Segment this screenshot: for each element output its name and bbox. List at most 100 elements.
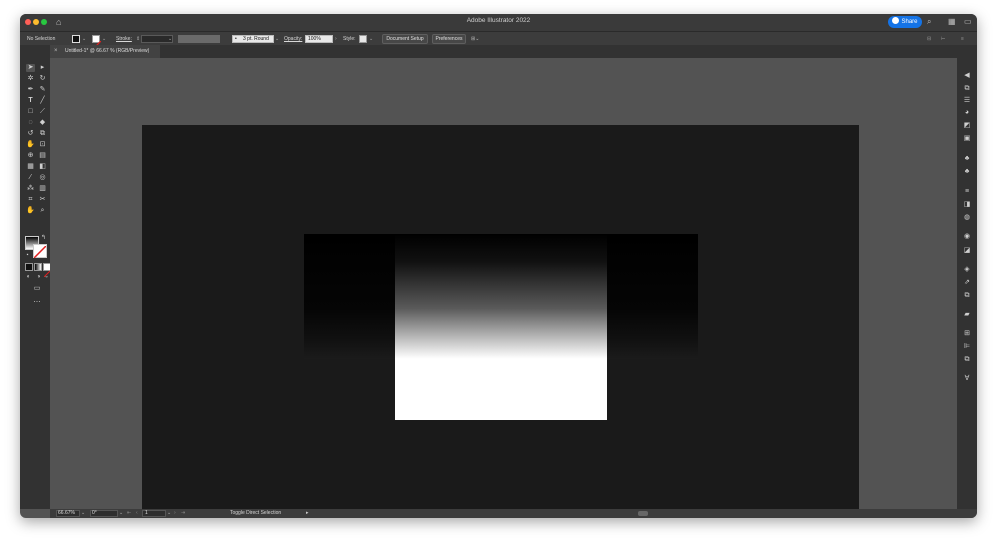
free-transform-tool-icon[interactable]: ⊡ — [38, 141, 47, 149]
opacity-field[interactable]: 100% — [305, 35, 333, 43]
status-menu-arrow-icon[interactable]: ▸ — [306, 510, 309, 517]
shape-builder-tool-icon[interactable]: ⊕ — [26, 152, 35, 160]
transparency-panel-icon[interactable]: ◍ — [962, 214, 972, 222]
brushes-panel-icon[interactable]: ♣ — [962, 155, 972, 163]
align-panel-icon[interactable]: ⊟ — [927, 35, 931, 43]
share-button[interactable]: Share — [888, 16, 922, 28]
live-paint-bucket-tool-icon[interactable]: ▤ — [38, 152, 47, 160]
brush-chevron-icon[interactable]: ⌄ — [275, 35, 279, 43]
default-fill-stroke-icon[interactable]: ▪ — [23, 251, 32, 259]
last-artboard-icon[interactable]: ⇥ — [181, 510, 185, 517]
graphic-styles-icon[interactable]: ◪ — [962, 247, 972, 255]
export-panel-icon[interactable]: ⇗ — [962, 279, 972, 287]
eyedropper-tool-icon[interactable]: ⁄ — [26, 174, 35, 182]
slice-tool-icon[interactable]: ✂ — [38, 196, 47, 204]
symbols-panel-icon[interactable]: ♣ — [962, 168, 972, 176]
workspace-switcher-icon[interactable]: ▭ — [964, 17, 972, 27]
opacity-arrow-icon[interactable]: › — [335, 35, 337, 43]
zoom-field[interactable]: 66.67% — [56, 510, 80, 517]
direct-selection-tool-icon[interactable]: ▸ — [38, 64, 47, 72]
document-setup-button[interactable]: Document Setup — [382, 34, 428, 44]
next-artboard-icon[interactable]: › — [174, 510, 176, 517]
character-panel-icon[interactable]: Ɐ — [962, 375, 972, 383]
gradient-rectangle-front[interactable] — [395, 234, 607, 420]
pathfinder-panel-icon[interactable]: ⧉ — [962, 356, 972, 364]
rectangle-tool-icon[interactable]: □ — [26, 108, 35, 116]
document-tab[interactable]: × Untitled-1* @ 66.67 % (RGB/Preview) — [50, 45, 160, 58]
curvature-tool-icon[interactable]: ✎ — [38, 86, 47, 94]
rotation-field[interactable]: 0° — [90, 510, 118, 517]
blend-tool-icon[interactable]: ◎ — [38, 174, 47, 182]
color-panel-icon[interactable]: ◕ — [962, 109, 972, 117]
properties-panel-icon[interactable]: ◀ — [962, 72, 972, 80]
symbol-sprayer-tool-icon[interactable]: ⁂ — [26, 185, 35, 193]
artboard-tool-icon[interactable]: ⌗ — [26, 196, 35, 204]
horizontal-scrollbar-thumb[interactable] — [638, 511, 648, 516]
control-bar-menu-icon[interactable]: ≡ — [961, 35, 964, 43]
hand-tool-icon[interactable]: ✋ — [26, 207, 35, 215]
stroke-weight-chevron-icon[interactable]: ⌄ — [168, 35, 172, 43]
pen-tool-icon[interactable]: ✒ — [26, 86, 35, 94]
artboard-chevron-icon[interactable]: ⌄ — [167, 510, 171, 517]
close-tab-icon[interactable]: × — [54, 47, 58, 55]
stroke-proxy[interactable] — [33, 244, 47, 259]
transform-panel-icon[interactable]: ⊞ — [962, 330, 972, 338]
artboards-panel-icon[interactable]: ⧉ — [962, 292, 972, 300]
image-trace-icon[interactable]: ▣ — [962, 135, 972, 143]
column-graph-tool-icon[interactable]: ▥ — [38, 185, 47, 193]
rotation-chevron-icon[interactable]: ⌄ — [119, 510, 123, 517]
align-panel-icon[interactable]: ⊫ — [962, 343, 972, 351]
previous-artboard-icon[interactable]: ‹ — [136, 510, 138, 517]
variable-width-profile[interactable] — [178, 35, 220, 43]
search-icon[interactable]: ⌕ — [927, 17, 931, 27]
screen-mode-icon[interactable]: ▭ — [31, 285, 43, 293]
stroke-panel-icon[interactable]: ≡ — [962, 188, 972, 196]
appearance-panel-icon[interactable]: ◉ — [962, 233, 972, 241]
warp-tool-icon[interactable]: ✋ — [26, 141, 35, 149]
lasso-tool-icon[interactable]: ↻ — [38, 75, 47, 83]
eraser-tool-icon[interactable]: ◆ — [38, 119, 47, 127]
stroke-dropdown-chevron-icon[interactable]: ⌄ — [102, 35, 106, 43]
opacity-label[interactable]: Opacity: — [284, 35, 302, 43]
swap-fill-stroke-icon[interactable]: ↰ — [39, 234, 48, 242]
gradient-tool-icon[interactable]: ◧ — [38, 163, 47, 171]
zoom-chevron-icon[interactable]: ⌄ — [81, 510, 85, 517]
gradient-panel-icon[interactable]: ◨ — [962, 201, 972, 209]
scale-tool-icon[interactable]: ⧉ — [38, 130, 47, 138]
stroke-swatch[interactable] — [92, 35, 102, 50]
graphic-style-swatch[interactable] — [359, 35, 367, 43]
arrange-documents-icon[interactable]: ▦ — [948, 17, 956, 27]
draw-normal-icon[interactable]: ◐ — [24, 273, 33, 281]
gradient-mode-icon[interactable] — [34, 263, 42, 271]
user-icon — [892, 16, 900, 24]
stroke-label[interactable]: Stroke: — [116, 35, 132, 43]
fill-dropdown-chevron-icon[interactable]: ⌄ — [82, 35, 86, 43]
fill-swatch[interactable] — [72, 35, 80, 43]
comments-panel-icon[interactable]: ▰ — [962, 311, 972, 319]
canvas-area[interactable] — [50, 58, 957, 518]
first-artboard-icon[interactable]: ⇤ — [127, 510, 131, 517]
brush-definition-field[interactable]: • 3 pt. Round — [232, 35, 274, 43]
perspective-grid-tool-icon[interactable]: ▦ — [26, 163, 35, 171]
line-segment-tool-icon[interactable]: ╱ — [38, 97, 47, 105]
layers-adjust-icon[interactable]: ☰ — [962, 97, 972, 105]
color-mode-icon[interactable] — [25, 263, 33, 271]
shaper-tool-icon[interactable]: ◌ — [26, 119, 35, 127]
magic-wand-tool-icon[interactable]: ✲ — [26, 75, 35, 83]
edit-toolbar-more-icon[interactable]: ⋯ — [31, 299, 43, 307]
selection-tool-icon[interactable]: ➤ — [26, 64, 35, 72]
arrange-options-icon[interactable]: ⊞⌄ — [471, 35, 479, 43]
style-chevron-icon[interactable]: ⌄ — [369, 35, 373, 43]
color-guide-icon[interactable]: ◩ — [962, 122, 972, 130]
transform-panel-icon[interactable]: ⊢ — [941, 35, 945, 43]
preferences-button[interactable]: Preferences — [432, 34, 466, 44]
stroke-weight-stepper-icon[interactable]: ⇕ — [136, 35, 140, 43]
paintbrush-tool-icon[interactable]: ⟋ — [38, 108, 47, 116]
rotate-tool-icon[interactable]: ↺ — [26, 130, 35, 138]
type-tool-icon[interactable]: T — [26, 97, 35, 105]
brush-value: 3 pt. Round — [243, 36, 269, 42]
libraries-panel-icon[interactable]: ⧉ — [962, 85, 972, 93]
layers-panel-icon[interactable]: ◈ — [962, 266, 972, 274]
zoom-tool-icon[interactable]: ⌕ — [38, 207, 47, 215]
artboard-number-field[interactable]: 1 — [142, 510, 166, 517]
